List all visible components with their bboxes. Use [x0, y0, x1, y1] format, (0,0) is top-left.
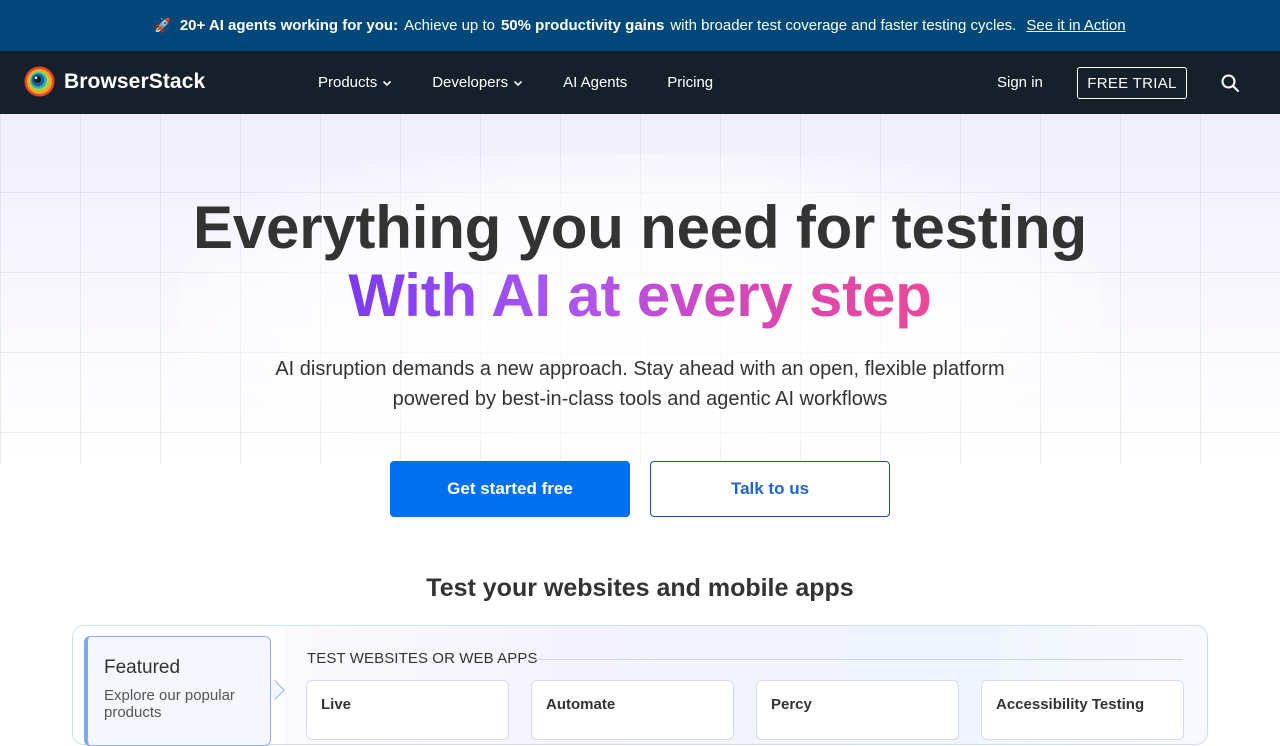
nav-pricing[interactable]: Pricing	[667, 74, 713, 91]
banner-highlight: 50% productivity gains	[500, 17, 665, 34]
sign-in-link[interactable]: Sign in	[997, 74, 1043, 91]
brand-logo[interactable]: BrowserStack	[24, 66, 205, 97]
product-card-live[interactable]: Live	[306, 680, 509, 740]
search-icon[interactable]	[1220, 73, 1240, 93]
nav-products-label: Products	[318, 74, 378, 91]
hero-gradient-text: With AI at every step	[348, 262, 932, 329]
promo-banner: 🚀 20+ AI agents working for you: Achieve…	[0, 0, 1280, 51]
category-label: TEST WEBSITES OR WEB APPS	[307, 650, 538, 667]
hero-title: Everything you need for testing	[193, 194, 1087, 261]
featured-title: Featured	[104, 657, 181, 678]
talk-to-us-button[interactable]: Talk to us	[650, 461, 890, 517]
product-card-percy[interactable]: Percy	[756, 680, 959, 740]
nav-links: Products Developers AI Agents Pricing	[318, 51, 713, 114]
browserstack-logo-icon	[24, 66, 55, 97]
nav-pricing-label: Pricing	[667, 74, 714, 91]
rocket-icon: 🚀	[154, 17, 172, 33]
featured-description: Explore our popular products	[104, 687, 235, 721]
free-trial-button[interactable]: FREE TRIAL	[1077, 67, 1187, 99]
hero-description-line-1: AI disruption demands a new approach. St…	[275, 358, 1005, 380]
hero-subtitle-gradient: With AI at every step	[0, 262, 1280, 330]
brand-name: BrowserStack	[64, 69, 206, 93]
banner-link[interactable]: See it in Action	[1026, 17, 1125, 34]
hero-description-line-2: powered by best-in-class tools and agent…	[392, 388, 888, 410]
chevron-down-icon	[383, 80, 392, 86]
banner-text-b: with broader test coverage and faster te…	[670, 17, 1017, 34]
top-nav: BrowserStack Products Developers AI Agen…	[0, 51, 1280, 114]
nav-developers[interactable]: Developers	[432, 74, 523, 91]
nav-ai-agents[interactable]: AI Agents	[563, 74, 627, 91]
category-divider	[534, 659, 1183, 660]
chevron-down-icon	[514, 80, 523, 86]
featured-tab[interactable]: Featured Explore our popular products	[84, 636, 271, 746]
hero-description: AI disruption demands a new approach. St…	[240, 354, 1040, 414]
banner-lead: 20+ AI agents working for you:	[179, 17, 399, 34]
get-started-free-button[interactable]: Get started free	[390, 461, 630, 517]
nav-ai-agents-label: AI Agents	[563, 74, 628, 91]
nav-products[interactable]: Products	[318, 74, 392, 91]
nav-developers-label: Developers	[432, 74, 509, 91]
banner-text-a: Achieve up to	[404, 17, 495, 34]
products-section-title: Test your websites and mobile apps	[426, 574, 854, 602]
product-card-accessibility-testing[interactable]: Accessibility Testing	[981, 680, 1184, 740]
product-card-automate[interactable]: Automate	[531, 680, 734, 740]
